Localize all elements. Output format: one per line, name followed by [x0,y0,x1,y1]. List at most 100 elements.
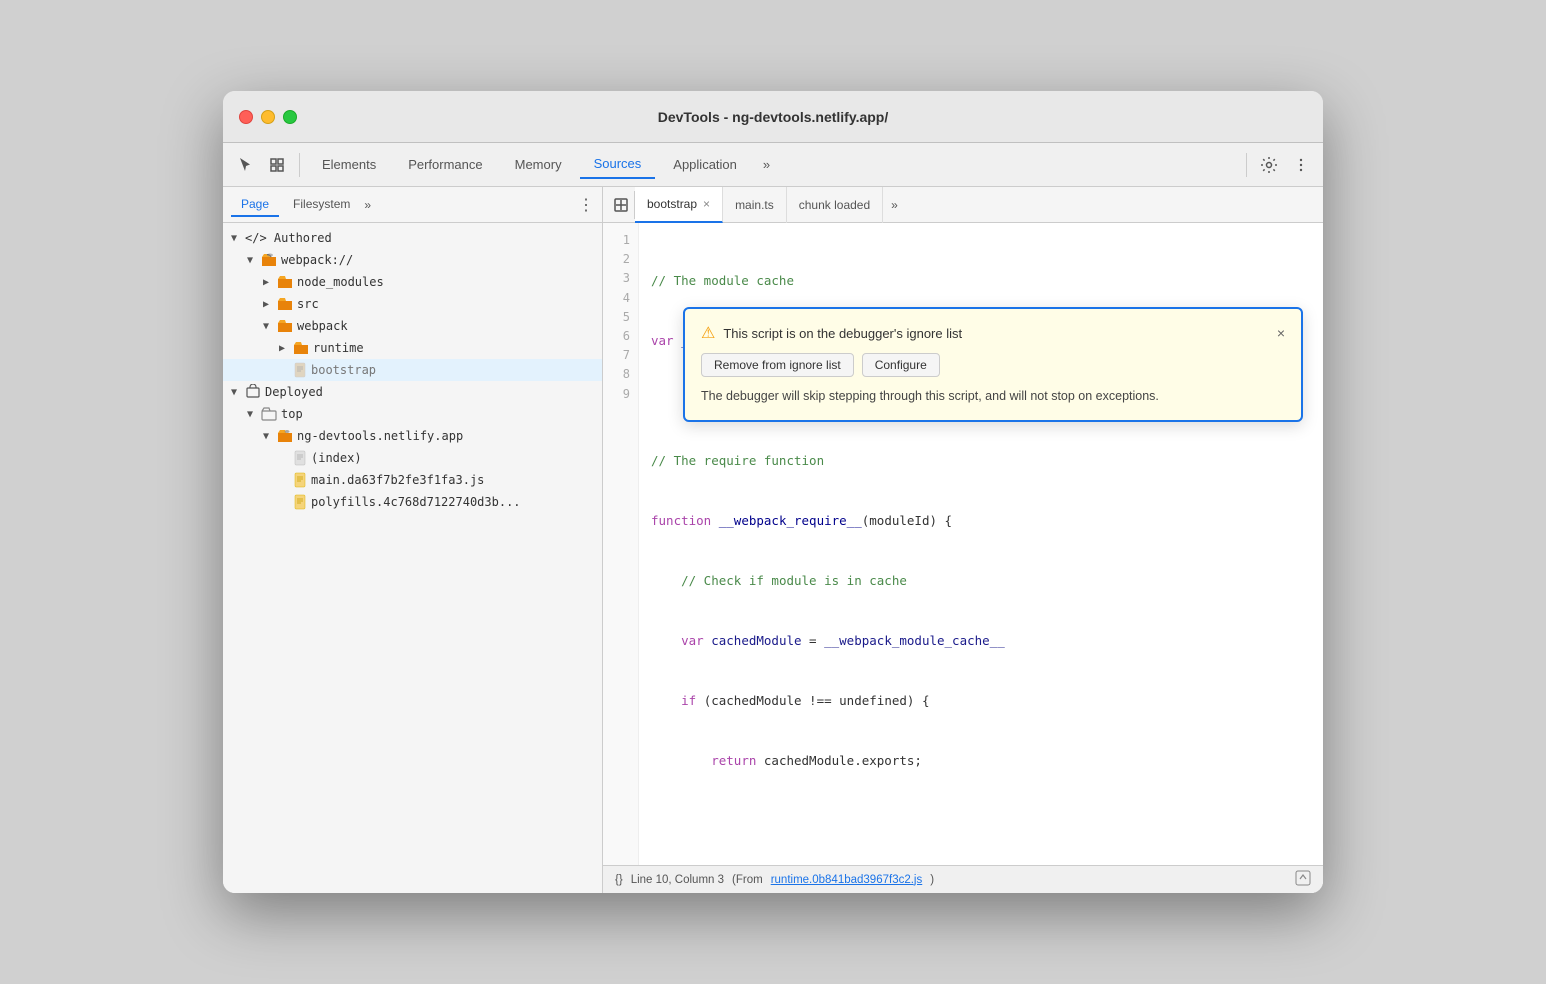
panel-tab-more[interactable]: » [364,198,371,212]
status-from-label: (From [732,874,763,886]
tab-main-ts-label: main.ts [735,198,774,212]
line-num-3: 3 [603,269,638,288]
debugger-notice: ⚠ This script is on the debugger's ignor… [683,307,1303,422]
tree-deployed[interactable]: ▼ Deployed [223,381,602,403]
tree-webpack-root[interactable]: ▼ webpack:// [223,249,602,271]
notice-close-button[interactable]: × [1277,326,1285,340]
close-button[interactable] [239,110,253,124]
toolbar-divider-2 [1246,153,1247,177]
toolbar-more[interactable]: » [755,157,778,172]
arrow-webpack: ▼ [247,255,261,266]
tab-application[interactable]: Application [659,151,751,178]
settings-icon[interactable] [1255,151,1283,179]
tab-bootstrap[interactable]: bootstrap × [635,187,723,223]
content-area: Page Filesystem » ⋮ ▼ </> Authored ▼ [223,187,1323,893]
tree-label-polyfills: polyfills.4c768d7122740d3b... [311,495,521,509]
tab-main-ts[interactable]: main.ts [723,187,787,223]
arrow-bootstrap [279,365,293,376]
editor-tab-more[interactable]: » [883,198,906,212]
folder-icon-node-modules [277,275,293,289]
tab-sources[interactable]: Sources [580,150,656,179]
file-icon-polyfills [293,494,307,510]
arrow-src: ▶ [263,299,277,310]
notice-description: The debugger will skip stepping through … [701,387,1285,406]
tab-chunk-loaded[interactable]: chunk loaded [787,187,883,223]
tree-label-deployed: Deployed [265,385,323,399]
arrow-index [279,453,293,464]
minimize-button[interactable] [261,110,275,124]
fold-icon[interactable] [607,191,635,219]
status-braces-icon[interactable]: {} [615,874,623,886]
tree-main-js[interactable]: main.da63f7b2fe3f1fa3.js [223,469,602,491]
panel-tabs: Page Filesystem » ⋮ [223,187,602,223]
scroll-to-top-icon[interactable] [1295,870,1311,886]
code-line-8: if (cachedModule !== undefined) { [651,691,1311,711]
code-line-1: // The module cache [651,271,1311,291]
arrow-top: ▼ [247,409,261,420]
tab-bootstrap-close[interactable]: × [703,198,710,210]
notice-header: ⚠ This script is on the debugger's ignor… [701,323,1285,343]
traffic-lights [239,110,297,124]
line-num-2: 2 [603,250,638,269]
cloud-folder-icon [261,253,277,267]
panel-options-icon[interactable]: ⋮ [578,195,594,215]
maximize-button[interactable] [283,110,297,124]
arrow-netlify: ▼ [263,431,277,442]
editor-tabs: bootstrap × main.ts chunk loaded » [603,187,1323,223]
right-panel: bootstrap × main.ts chunk loaded » 1 [603,187,1323,893]
notice-buttons: Remove from ignore list Configure [701,353,1285,377]
configure-button[interactable]: Configure [862,353,940,377]
toolbar-divider-1 [299,153,300,177]
line-num-5: 5 [603,308,638,327]
folder-icon-src [277,297,293,311]
tree-src[interactable]: ▶ src [223,293,602,315]
tree-label-main-js: main.da63f7b2fe3f1fa3.js [311,473,484,487]
devtools-window: DevTools - ng-devtools.netlify.app/ Elem… [223,91,1323,893]
tab-performance[interactable]: Performance [394,151,496,178]
line-num-6: 6 [603,327,638,346]
warning-icon: ⚠ [701,323,715,343]
line-num-1: 1 [603,231,638,250]
more-options-icon[interactable] [1287,151,1315,179]
code-line-4: // The require function [651,451,1311,471]
cursor-icon[interactable] [231,151,259,179]
main-toolbar: Elements Performance Memory Sources Appl… [223,143,1323,187]
line-num-4: 4 [603,289,638,308]
arrow-webpack-folder: ▼ [263,321,277,332]
cloud-folder-icon-netlify [277,429,293,443]
tab-elements[interactable]: Elements [308,151,390,178]
tree-label-runtime: runtime [313,341,364,355]
deployed-icon [245,384,261,400]
tab-page[interactable]: Page [231,193,279,217]
tree-label-bootstrap: bootstrap [311,363,376,377]
tree-index[interactable]: (index) [223,447,602,469]
tree-polyfills[interactable]: polyfills.4c768d7122740d3b... [223,491,602,513]
arrow-node-modules: ▶ [263,277,277,288]
file-icon-bootstrap [293,362,307,378]
tree-bootstrap[interactable]: bootstrap [223,359,602,381]
tree-label-src: src [297,297,319,311]
titlebar: DevTools - ng-devtools.netlify.app/ [223,91,1323,143]
status-right [1295,870,1311,889]
tree-top[interactable]: ▼ top [223,403,602,425]
tab-filesystem[interactable]: Filesystem [283,193,360,217]
tree-webpack-folder[interactable]: ▼ webpack [223,315,602,337]
code-line-6: // Check if module is in cache [651,571,1311,591]
status-bar: {} Line 10, Column 3 (From runtime.0b841… [603,865,1323,893]
line-num-7: 7 [603,346,638,365]
tree-netlify[interactable]: ▼ ng-devtools.netlify.app [223,425,602,447]
folder-outline-icon-top [261,407,277,421]
file-icon-main-js [293,472,307,488]
inspect-icon[interactable] [263,151,291,179]
tree-label-authored: </> Authored [245,231,332,245]
line-num-9: 9 [603,385,638,404]
remove-from-ignore-button[interactable]: Remove from ignore list [701,353,854,377]
status-source-link[interactable]: runtime.0b841bad3967f3c2.js [771,874,923,886]
tab-bootstrap-label: bootstrap [647,197,697,211]
tab-memory[interactable]: Memory [501,151,576,178]
folder-icon-runtime [293,341,309,355]
tree-runtime[interactable]: ▶ runtime [223,337,602,359]
tree-node-modules[interactable]: ▶ node_modules [223,271,602,293]
arrow-authored: ▼ [231,233,245,244]
tree-authored[interactable]: ▼ </> Authored [223,227,602,249]
